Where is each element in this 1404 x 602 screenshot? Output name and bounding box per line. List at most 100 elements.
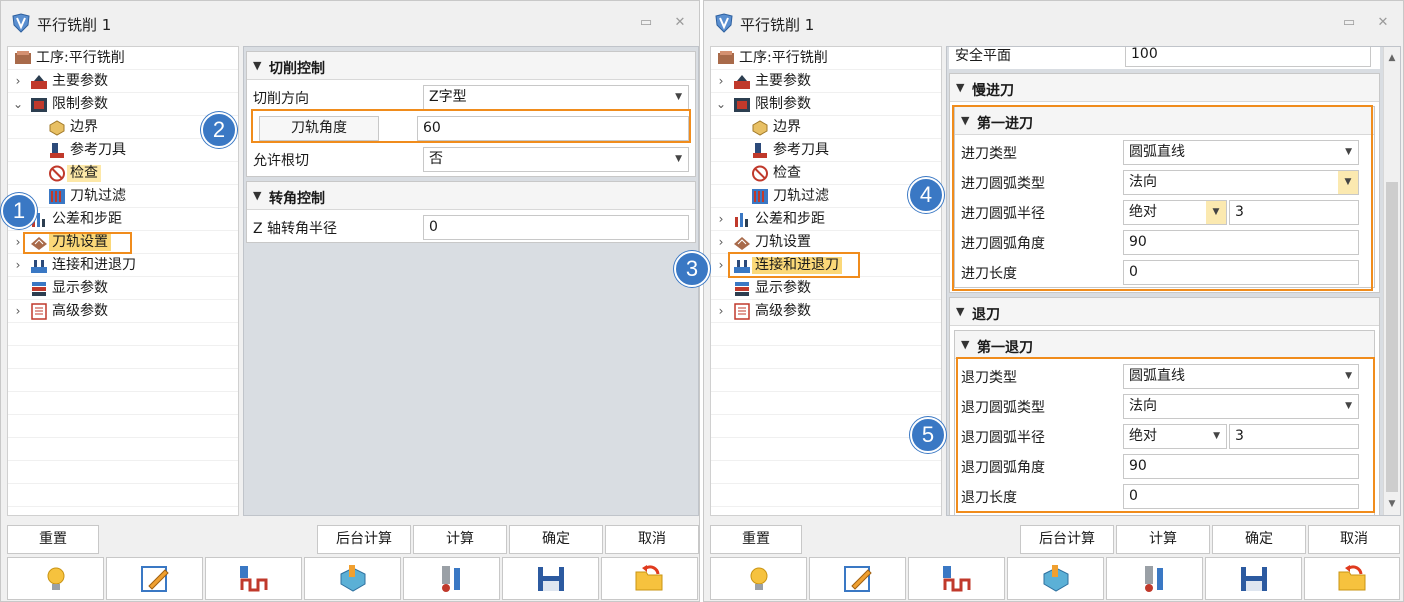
collapse-triangle-icon[interactable]: ▼ xyxy=(961,114,969,127)
section-header[interactable]: ▼ 慢进刀 xyxy=(950,74,1379,102)
cancel-button[interactable]: 取消 xyxy=(1308,525,1400,554)
dropdown-arrow-icon[interactable]: ▼ xyxy=(1213,425,1220,448)
dropdown-arrow-icon[interactable]: ▼ xyxy=(675,86,682,109)
tree-item-advanced-params[interactable]: › 高级参数 xyxy=(8,300,238,323)
open-button[interactable] xyxy=(601,557,698,600)
toolpath-button[interactable] xyxy=(205,557,302,600)
collapse-triangle-icon[interactable]: ▼ xyxy=(956,81,964,94)
dropdown-arrow-icon[interactable]: ▼ xyxy=(1345,395,1352,418)
expand-icon[interactable]: › xyxy=(12,303,24,319)
calc-button[interactable]: 计算 xyxy=(413,525,507,554)
section-header[interactable]: ▼ 第一退刀 xyxy=(955,331,1374,359)
tool-holder-button[interactable] xyxy=(403,557,500,600)
background-calc-button[interactable]: 后台计算 xyxy=(1020,525,1114,554)
tree-item-limit-params[interactable]: ⌄ 限制参数 xyxy=(8,93,238,116)
collapse-triangle-icon[interactable]: ▼ xyxy=(253,189,261,202)
z-corner-radius-input[interactable]: 0 xyxy=(423,215,689,240)
tree-item-ref-tool[interactable]: 参考刀具 xyxy=(711,139,941,162)
section-header[interactable]: ▼ 切削控制 xyxy=(247,52,695,80)
tree-item-check[interactable]: 检查 xyxy=(711,162,941,185)
collapse-icon[interactable]: ⌄ xyxy=(715,96,727,112)
tree-item-toolpath-filter[interactable]: 刀轨过滤 xyxy=(8,185,238,208)
dropdown-arrow-icon[interactable]: ▼ xyxy=(1345,365,1352,388)
dropdown-arrow-icon[interactable]: ▼ xyxy=(1206,201,1226,224)
expand-icon[interactable]: › xyxy=(12,73,24,89)
lead-in-radius-input[interactable]: 3 xyxy=(1229,200,1359,225)
tree-item-display-params[interactable]: 显示参数 xyxy=(8,277,238,300)
tree-item-check[interactable]: 检查 xyxy=(8,162,238,185)
expand-icon[interactable]: › xyxy=(715,257,727,273)
tool-holder-button[interactable] xyxy=(1106,557,1203,600)
tree-item-tolerance[interactable]: › 公差和步距 xyxy=(711,208,941,231)
ok-button[interactable]: 确定 xyxy=(509,525,603,554)
allow-undercut-select[interactable]: 否 ▼ xyxy=(423,147,689,172)
tool-3d-button[interactable] xyxy=(304,557,401,600)
dropdown-arrow-icon[interactable]: ▼ xyxy=(1338,171,1358,194)
tree-item-main-params[interactable]: › 主要参数 xyxy=(711,70,941,93)
tree-item-toolpath-settings[interactable]: › 刀轨设置 xyxy=(8,231,238,254)
close-icon[interactable]: ✕ xyxy=(671,15,689,31)
dropdown-arrow-icon[interactable]: ▼ xyxy=(675,148,682,171)
cancel-button[interactable]: 取消 xyxy=(605,525,699,554)
reset-button[interactable]: 重置 xyxy=(7,525,99,554)
expand-icon[interactable]: › xyxy=(12,257,24,273)
tree-item-display-params[interactable]: 显示参数 xyxy=(711,277,941,300)
ok-button[interactable]: 确定 xyxy=(1212,525,1306,554)
collapse-triangle-icon[interactable]: ▼ xyxy=(253,59,261,72)
expand-icon[interactable]: › xyxy=(715,303,727,319)
expand-icon[interactable]: › xyxy=(715,73,727,89)
safe-plane-input[interactable]: 100 xyxy=(1125,47,1371,67)
section-header[interactable]: ▼ 退刀 xyxy=(950,298,1379,326)
lead-out-radius-mode-select[interactable]: 绝对 ▼ xyxy=(1123,424,1227,449)
collapse-icon[interactable]: ⌄ xyxy=(12,96,24,112)
toolpath-angle-input[interactable]: 60 xyxy=(417,116,689,141)
section-header[interactable]: ▼ 转角控制 xyxy=(247,182,695,210)
background-calc-button[interactable]: 后台计算 xyxy=(317,525,411,554)
tree-item-main-params[interactable]: › 主要参数 xyxy=(8,70,238,93)
lead-in-type-select[interactable]: 圆弧直线 ▼ xyxy=(1123,140,1359,165)
expand-icon[interactable]: › xyxy=(715,234,727,250)
lead-out-type-select[interactable]: 圆弧直线 ▼ xyxy=(1123,364,1359,389)
hint-button[interactable] xyxy=(7,557,104,600)
lead-in-radius-mode-select[interactable]: 绝对 ▼ xyxy=(1123,200,1227,225)
tree-item-toolpath-settings[interactable]: › 刀轨设置 xyxy=(711,231,941,254)
tree-item-operation[interactable]: 工序:平行铣削 xyxy=(8,47,238,70)
tree-item-link-lead[interactable]: › 连接和进退刀 xyxy=(8,254,238,277)
tree-item-advanced-params[interactable]: › 高级参数 xyxy=(711,300,941,323)
tool-3d-button[interactable] xyxy=(1007,557,1104,600)
section-header[interactable]: ▼ 第一进刀 xyxy=(955,107,1374,135)
scroll-down-icon[interactable]: ▼ xyxy=(1384,499,1400,509)
chat-icon[interactable]: ▭ xyxy=(637,15,655,31)
scroll-up-icon[interactable]: ▲ xyxy=(1384,53,1400,63)
calc-button[interactable]: 计算 xyxy=(1116,525,1210,554)
dropdown-arrow-icon[interactable]: ▼ xyxy=(1345,141,1352,164)
close-icon[interactable]: ✕ xyxy=(1374,15,1392,31)
lead-in-angle-input[interactable]: 90 xyxy=(1123,230,1359,255)
save-button[interactable] xyxy=(1205,557,1302,600)
hint-button[interactable] xyxy=(710,557,807,600)
expand-icon[interactable]: › xyxy=(12,234,24,250)
edit-button[interactable] xyxy=(106,557,203,600)
lead-in-length-input[interactable]: 0 xyxy=(1123,260,1359,285)
save-button[interactable] xyxy=(502,557,599,600)
lead-in-arc-type-select[interactable]: 法向 ▼ xyxy=(1123,170,1359,195)
tree-item-operation[interactable]: 工序:平行铣削 xyxy=(711,47,941,70)
cut-direction-select[interactable]: Z字型 ▼ xyxy=(423,85,689,110)
tree-item-toolpath-filter[interactable]: 刀轨过滤 xyxy=(711,185,941,208)
collapse-triangle-icon[interactable]: ▼ xyxy=(956,305,964,318)
expand-icon[interactable]: › xyxy=(715,211,727,227)
vertical-scrollbar[interactable]: ▲ ▼ xyxy=(1383,47,1400,515)
tree-item-boundary[interactable]: 边界 xyxy=(711,116,941,139)
lead-out-angle-input[interactable]: 90 xyxy=(1123,454,1359,479)
tree-item-ref-tool[interactable]: 参考刀具 xyxy=(8,139,238,162)
chat-icon[interactable]: ▭ xyxy=(1340,15,1358,31)
open-button[interactable] xyxy=(1304,557,1400,600)
lead-out-radius-input[interactable]: 3 xyxy=(1229,424,1359,449)
edit-button[interactable] xyxy=(809,557,906,600)
tree-item-limit-params[interactable]: ⌄ 限制参数 xyxy=(711,93,941,116)
scrollbar-thumb[interactable] xyxy=(1386,182,1398,492)
tree-item-link-lead[interactable]: › 连接和进退刀 xyxy=(711,254,941,277)
tree-item-tolerance[interactable]: 公差和步距 xyxy=(8,208,238,231)
toolpath-button[interactable] xyxy=(908,557,1005,600)
lead-out-arc-type-select[interactable]: 法向 ▼ xyxy=(1123,394,1359,419)
